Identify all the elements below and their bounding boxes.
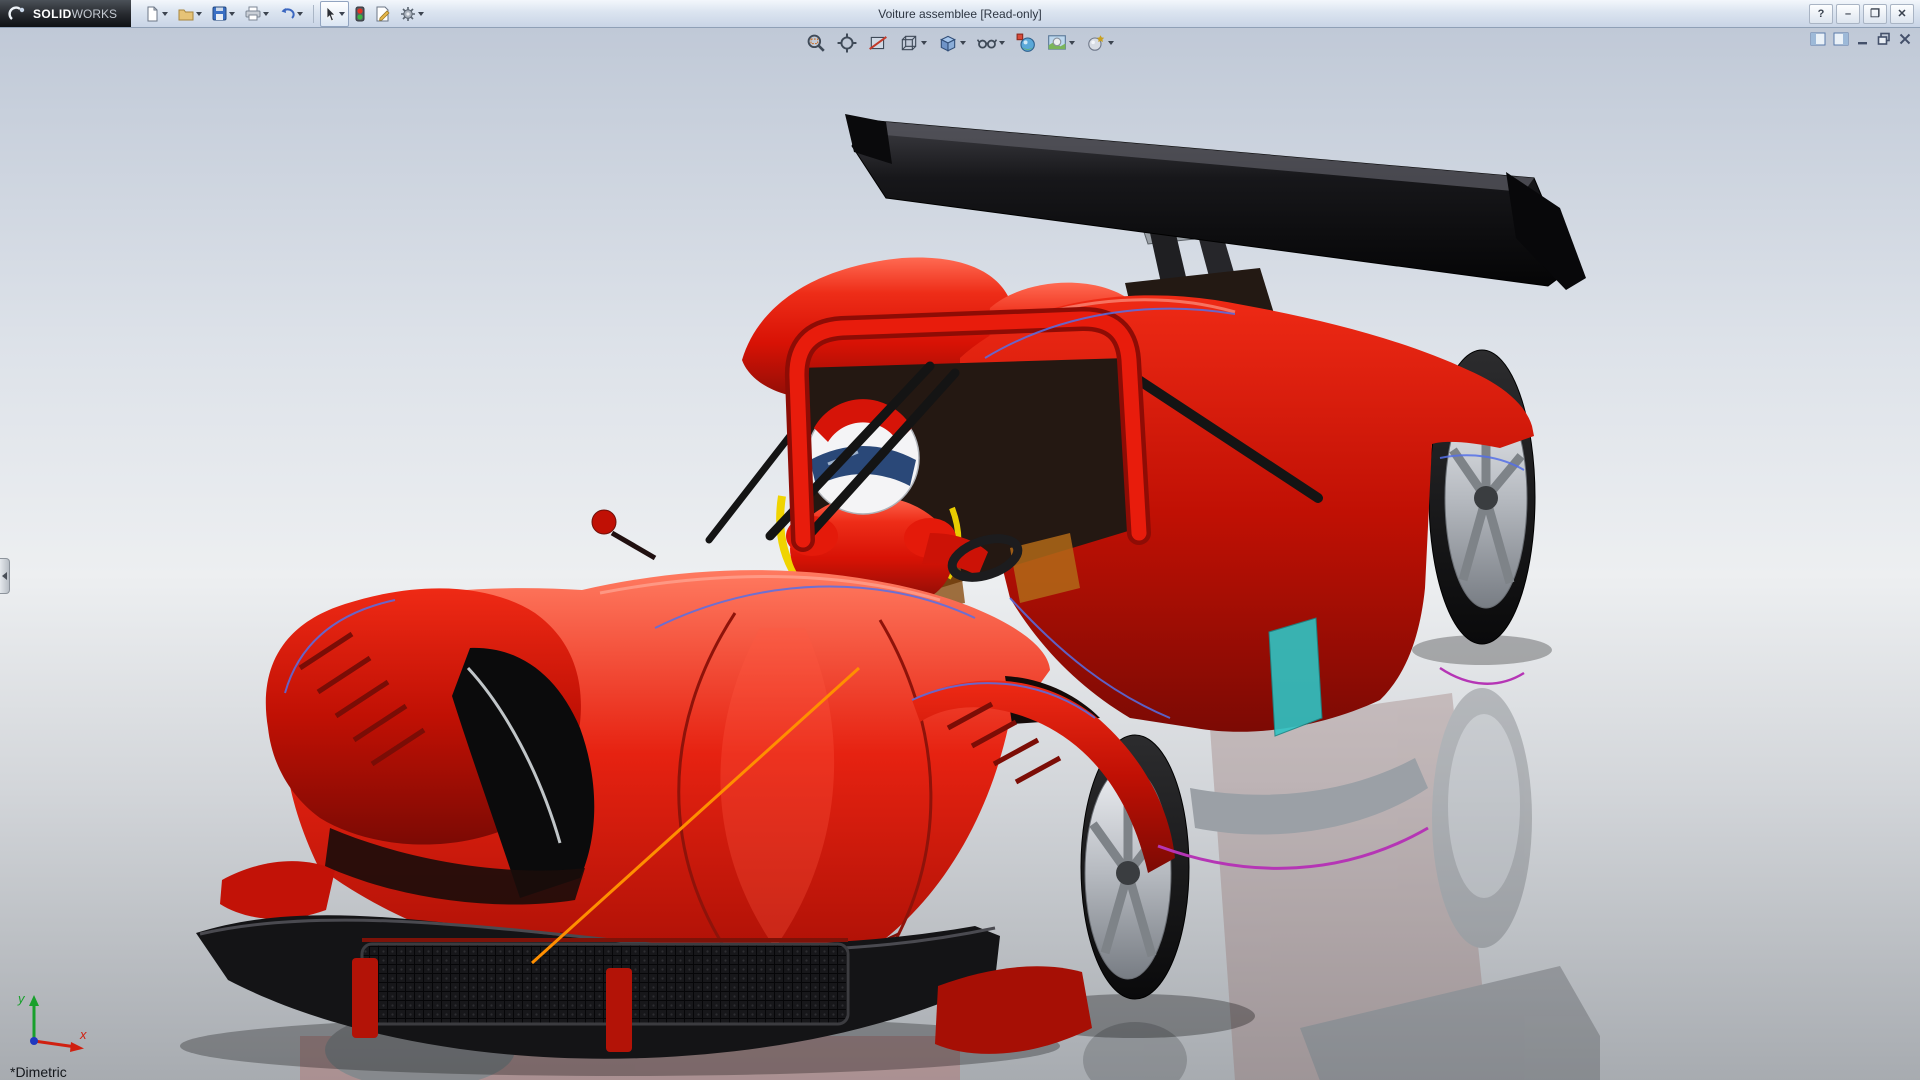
headsup-toolbar: [804, 32, 1116, 54]
solidworks-window: SOLIDWORKS: [0, 0, 1920, 1080]
side-window: [1269, 618, 1322, 736]
graphics-area[interactable]: x y *Dimetric: [0, 28, 1920, 1080]
zoom-to-area-button[interactable]: [804, 32, 828, 54]
zoom-fit-icon: [837, 33, 857, 53]
section-view-icon: [868, 33, 888, 53]
dropdown-caret: [960, 41, 966, 45]
close-button[interactable]: ✕: [1890, 4, 1914, 24]
panes-left-icon: [1810, 32, 1826, 46]
dassault-3ds-icon: [8, 6, 28, 22]
restore-document-button[interactable]: [1877, 32, 1891, 46]
view-settings-button[interactable]: [1084, 32, 1116, 54]
restore-icon: [1877, 32, 1891, 46]
save-button[interactable]: [208, 1, 239, 27]
open-document-button[interactable]: [174, 1, 206, 27]
radiator-grille: [362, 944, 848, 1024]
dropdown-caret: [1069, 41, 1075, 45]
view-settings-icon: [1086, 33, 1106, 53]
chevron-left-icon: [2, 572, 7, 580]
rebuild-button[interactable]: [351, 1, 369, 27]
orientation-triad[interactable]: x y: [16, 991, 100, 1057]
select-tool-button[interactable]: [320, 1, 349, 27]
options-gear-icon: [400, 6, 416, 22]
display-style-cube-icon: [938, 33, 958, 53]
save-floppy-icon: [212, 6, 227, 21]
file-properties-button[interactable]: [371, 1, 394, 27]
minimize-document-button[interactable]: [1856, 32, 1870, 46]
file-properties-icon: [375, 6, 390, 22]
dropdown-caret: [1108, 41, 1114, 45]
x-axis-label: x: [79, 1027, 87, 1042]
close-icon: [1898, 32, 1912, 46]
dropdown-caret: [196, 12, 202, 16]
options-button[interactable]: [396, 1, 428, 27]
apply-scene-button[interactable]: [1045, 32, 1077, 54]
quick-toolbar: [141, 1, 428, 27]
driver-helmet[interactable]: [807, 399, 919, 514]
document-window-controls: [1810, 32, 1912, 46]
undo-arrow-icon: [279, 6, 295, 21]
rebuild-trafficlight-icon: [355, 6, 365, 22]
panel-collapse-tab[interactable]: [0, 558, 10, 594]
edit-appearance-button[interactable]: [1014, 32, 1038, 54]
dropdown-caret: [229, 12, 235, 16]
dropdown-caret: [263, 12, 269, 16]
hide-show-glasses-icon: [977, 33, 997, 53]
new-document-button[interactable]: [141, 1, 172, 27]
printer-icon: [245, 6, 261, 21]
car-model-render[interactable]: [0, 28, 1920, 1080]
display-style-button[interactable]: [936, 32, 968, 54]
zoom-to-fit-button[interactable]: [835, 32, 859, 54]
dropdown-caret: [339, 12, 345, 16]
dropdown-caret: [418, 12, 424, 16]
dropdown-caret: [297, 12, 303, 16]
minimize-button[interactable]: –: [1836, 4, 1860, 24]
view-orientation-button[interactable]: [897, 32, 929, 54]
view-orientation-label: *Dimetric: [10, 1064, 67, 1080]
x-axis-arrow: [70, 1042, 84, 1052]
panes-right-icon: [1833, 32, 1849, 46]
maximize-button[interactable]: ❐: [1863, 4, 1887, 24]
side-mirror[interactable]: [592, 510, 655, 558]
select-cursor-icon: [324, 6, 337, 22]
window-controls: ? – ❐ ✕: [1809, 4, 1920, 24]
open-folder-icon: [178, 7, 194, 21]
dropdown-caret: [162, 12, 168, 16]
undo-button[interactable]: [275, 1, 307, 27]
y-axis-arrow: [29, 995, 39, 1006]
section-view-button[interactable]: [866, 32, 890, 54]
minimize-icon: [1856, 32, 1870, 46]
edit-appearance-ball-icon: [1016, 33, 1036, 53]
print-button[interactable]: [241, 1, 273, 27]
zoom-area-icon: [806, 33, 826, 53]
dropdown-caret: [921, 41, 927, 45]
apply-scene-icon: [1047, 33, 1067, 53]
solidworks-logo: SOLIDWORKS: [0, 0, 131, 27]
dropdown-caret: [999, 41, 1005, 45]
close-document-button[interactable]: [1898, 32, 1912, 46]
show-task-panes-button[interactable]: [1833, 32, 1849, 46]
show-feature-panes-button[interactable]: [1810, 32, 1826, 46]
toolbar-separator: [313, 5, 314, 23]
help-button[interactable]: ?: [1809, 4, 1833, 24]
titlebar: SOLIDWORKS: [0, 0, 1920, 28]
new-document-icon: [145, 6, 160, 22]
brand-text: SOLIDWORKS: [33, 7, 117, 21]
hide-show-items-button[interactable]: [975, 32, 1007, 54]
view-orientation-cube-icon: [899, 33, 919, 53]
left-front-fender[interactable]: [220, 588, 594, 919]
z-axis-origin: [30, 1037, 38, 1045]
y-axis-label: y: [17, 991, 26, 1006]
